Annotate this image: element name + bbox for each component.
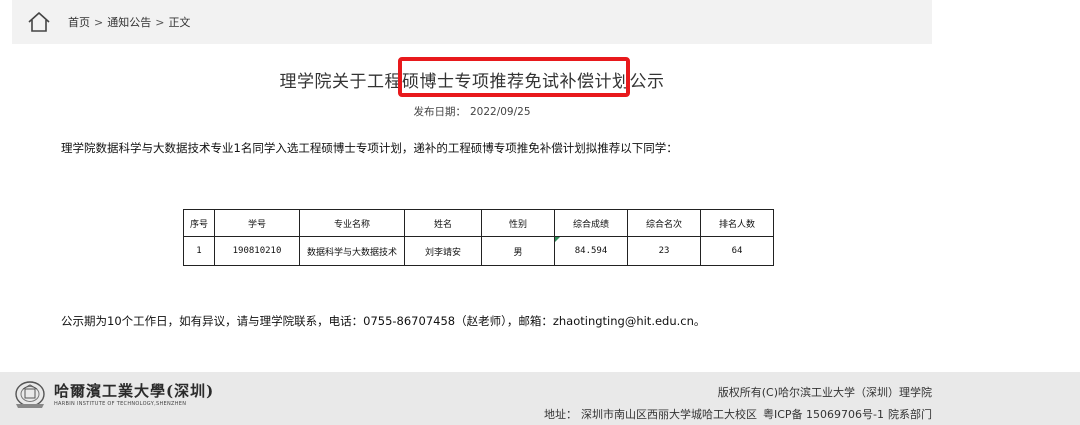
breadcrumb-home-link[interactable]: 首页 <box>68 14 90 30</box>
table-header-row: 序号 学号 专业名称 姓名 性别 综合成绩 综合名次 排名人数 <box>183 209 774 237</box>
breadcrumb-separator: > <box>94 15 104 29</box>
publish-date-value: 2022/09/25 <box>469 106 531 118</box>
cell-marker-icon <box>555 237 560 242</box>
candidate-table: 序号 学号 专业名称 姓名 性别 综合成绩 综合名次 排名人数 1 190810… <box>183 209 774 266</box>
home-icon[interactable] <box>26 9 52 35</box>
table-header-cell: 综合名次 <box>627 209 701 237</box>
address-label: 地址： <box>543 408 577 421</box>
logo-english-name: HARBIN INSTITUTE OF TECHNOLOGY,SHENZHEN <box>54 401 187 407</box>
table-header-cell: 排名人数 <box>700 209 774 237</box>
icp-link[interactable]: 粤ICP备 15069706号-1 <box>763 408 884 421</box>
publish-date-label: 发布日期： <box>413 106 466 118</box>
breadcrumb-separator: > <box>155 15 165 29</box>
breadcrumb: 首页 > 通知公告 > 正文 <box>68 14 190 30</box>
notice-paragraph: 公示期为10个工作日，如有异议，请与理学院联系，电话：0755-86707458… <box>61 314 706 328</box>
breadcrumb-notices-link[interactable]: 通知公告 <box>107 14 151 30</box>
page: 首页 > 通知公告 > 正文 理学院关于工程硕博士专项推荐免试补偿计划公示 发布… <box>0 0 1080 425</box>
table-header-cell: 性别 <box>481 209 555 237</box>
score-value: 84.594 <box>574 246 608 256</box>
university-logo[interactable]: 哈爾濱工業大學(深圳) HARBIN INSTITUTE OF TECHNOLO… <box>12 380 214 410</box>
highlight-annotation-box <box>398 57 630 97</box>
table-cell: 64 <box>700 236 774 266</box>
department-link[interactable]: 院系部门 <box>888 408 932 421</box>
table-cell: 190810210 <box>214 236 300 266</box>
table-cell-score: 84.594 <box>554 236 628 266</box>
breadcrumb-current: 正文 <box>168 16 191 29</box>
address-line: 地址： 深圳市南山区西丽大学城哈工大校区 粤ICP备 15069706号-1 院系部门 <box>544 406 932 422</box>
table-header-cell: 姓名 <box>404 209 482 237</box>
table-cell: 数据科学与大数据技术 <box>299 236 405 266</box>
logo-chinese-name: 哈爾濱工業大學(深圳) <box>54 382 215 400</box>
table-row: 1 190810210 数据科学与大数据技术 刘李靖安 男 84.594 23 … <box>183 236 774 266</box>
intro-paragraph: 理学院数据科学与大数据技术专业1名同学入选工程硕博士专项计划，递补的工程硕博专项… <box>61 141 678 155</box>
university-emblem-icon <box>15 381 45 408</box>
table-header-cell: 综合成绩 <box>554 209 628 237</box>
address-value: 深圳市南山区西丽大学城哈工大校区 <box>580 408 757 421</box>
publish-date: 发布日期： 2022/09/25 <box>0 104 944 119</box>
table-header-cell: 专业名称 <box>299 209 405 237</box>
table-cell: 男 <box>481 236 555 266</box>
table-header-cell: 序号 <box>183 209 215 237</box>
footer: 哈爾濱工業大學(深圳) HARBIN INSTITUTE OF TECHNOLO… <box>0 372 1080 425</box>
table-cell: 刘李靖安 <box>404 236 482 266</box>
table-cell: 23 <box>627 236 701 266</box>
table-cell: 1 <box>183 236 215 266</box>
breadcrumb-bar: 首页 > 通知公告 > 正文 <box>12 0 932 44</box>
table-header-cell: 学号 <box>214 209 300 237</box>
copyright-text: 版权所有(C)哈尔滨工业大学（深圳）理学院 <box>717 386 932 399</box>
